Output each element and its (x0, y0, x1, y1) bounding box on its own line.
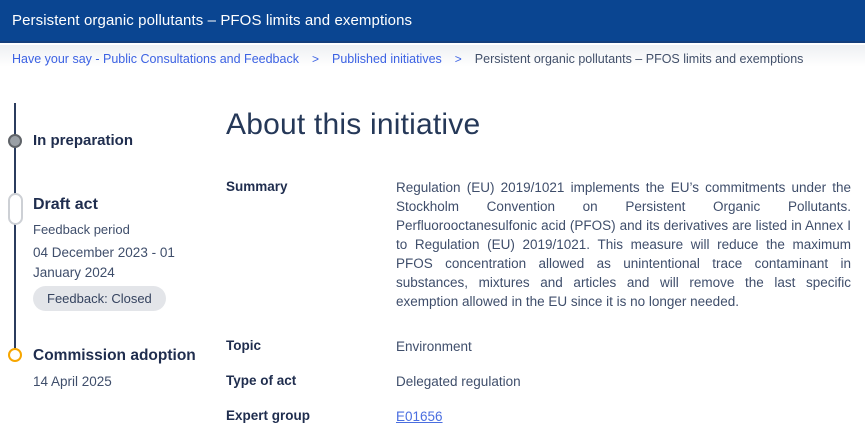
feedback-status-badge: Feedback: Closed (33, 286, 166, 311)
expert-group-label: Expert group (226, 407, 396, 426)
expert-group-link[interactable]: E01656 (396, 409, 443, 424)
page: Persistent organic pollutants – PFOS lim… (0, 0, 865, 412)
section-title: About this initiative (226, 108, 852, 142)
timeline-stage-draft-act: Draft act (33, 196, 98, 214)
timeline-draft-act-dates: 04 December 2023 - 01 January 2024 (33, 243, 201, 283)
about-section: About this initiative Summary Regulation… (226, 108, 852, 442)
breadcrumb: Have your say - Public Consultations and… (0, 45, 865, 72)
breadcrumb-link-have-your-say[interactable]: Have your say - Public Consultations and… (12, 52, 299, 66)
timeline-stage-commission-adoption: Commission adoption (33, 347, 196, 365)
field-row-summary: Summary Regulation (EU) 2019/1021 implem… (226, 178, 852, 311)
field-row-topic: Topic Environment (226, 337, 852, 356)
field-row-expert-group: Expert group E01656 (226, 407, 852, 426)
breadcrumb-link-published-initiatives[interactable]: Published initiatives (332, 52, 442, 66)
type-of-act-value: Delegated regulation (396, 372, 851, 391)
page-title: Persistent organic pollutants – PFOS lim… (12, 12, 412, 29)
chevron-right-icon: > (455, 52, 462, 66)
timeline-marker-in-preparation-icon (8, 134, 22, 148)
field-row-type-of-act: Type of act Delegated regulation (226, 372, 852, 391)
type-of-act-label: Type of act (226, 372, 396, 391)
app-header: Persistent organic pollutants – PFOS lim… (0, 0, 865, 43)
timeline-draft-act-status: Feedback period (33, 222, 130, 237)
topic-value: Environment (396, 337, 851, 356)
summary-label: Summary (226, 178, 396, 311)
topic-label: Topic (226, 337, 396, 356)
timeline-commission-adoption-date: 14 April 2025 (33, 374, 112, 389)
timeline-marker-commission-adoption-icon (8, 348, 22, 362)
summary-value: Regulation (EU) 2019/1021 implements the… (396, 178, 851, 311)
timeline-marker-draft-act-icon (8, 193, 23, 225)
breadcrumb-current-page: Persistent organic pollutants – PFOS lim… (475, 52, 804, 66)
timeline-stage-in-preparation: In preparation (33, 132, 133, 149)
chevron-right-icon: > (312, 52, 319, 66)
